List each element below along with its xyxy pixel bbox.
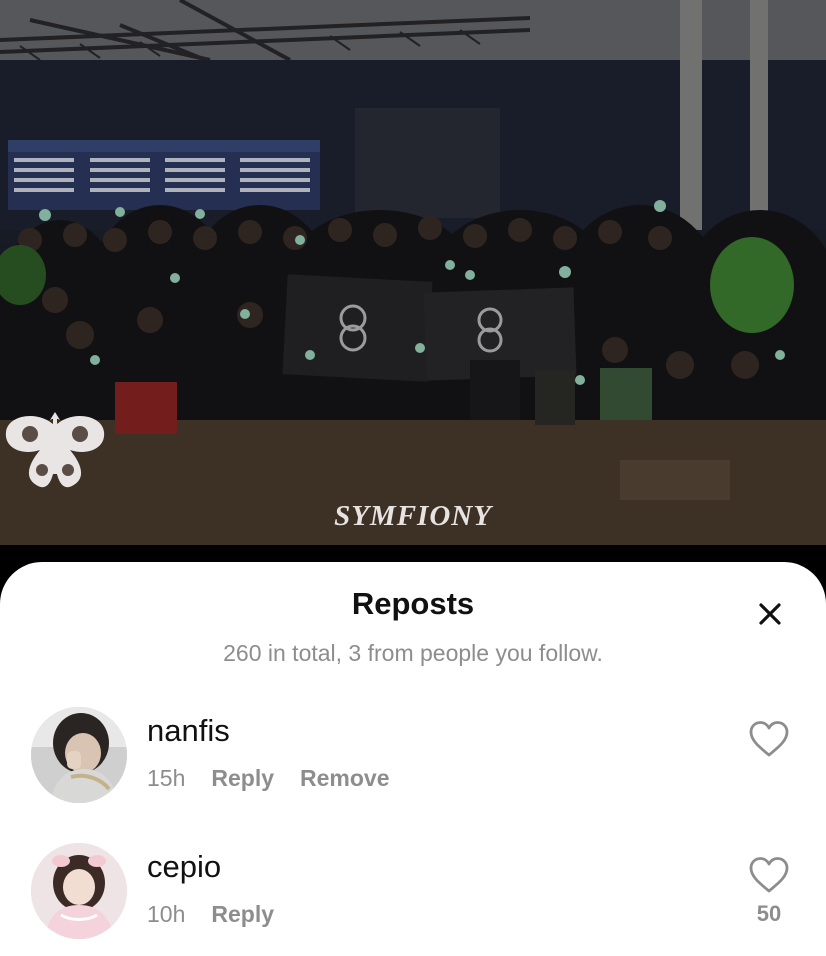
reply-button[interactable]: Reply — [211, 901, 274, 928]
like-button[interactable] — [748, 855, 790, 895]
username[interactable]: nanfis — [147, 713, 230, 749]
heart-icon — [749, 721, 789, 757]
repost-meta: 15h Reply Remove — [147, 765, 390, 792]
heart-icon — [749, 857, 789, 893]
close-icon — [759, 603, 781, 625]
watermark-text: SYMFIONY — [334, 500, 492, 532]
remove-button[interactable]: Remove — [300, 765, 389, 792]
reposts-summary: 260 in total, 3 from people you follow. — [223, 640, 603, 666]
like-count: 50 — [756, 901, 782, 926]
close-button[interactable] — [750, 594, 790, 634]
reposts-screen: SYMFIONY Reposts 260 in total, 3 from pe… — [0, 0, 826, 956]
reposts-sheet: Reposts 260 in total, 3 from people you … — [0, 562, 826, 956]
avatar[interactable] — [31, 843, 127, 939]
reply-button[interactable]: Reply — [211, 765, 274, 792]
timestamp: 15h — [147, 765, 186, 791]
sheet-title: Reposts — [351, 586, 475, 621]
like-button[interactable] — [748, 719, 790, 759]
repost-meta: 10h Reply — [147, 901, 274, 928]
repost-row: nanfis 15h Reply Remove — [0, 707, 826, 817]
timestamp: 10h — [147, 901, 186, 927]
background-photo: SYMFIONY — [0, 0, 826, 545]
avatar[interactable] — [31, 707, 127, 803]
username[interactable]: cepio — [147, 849, 221, 885]
repost-row: cepio 10h Reply 50 — [0, 843, 826, 953]
